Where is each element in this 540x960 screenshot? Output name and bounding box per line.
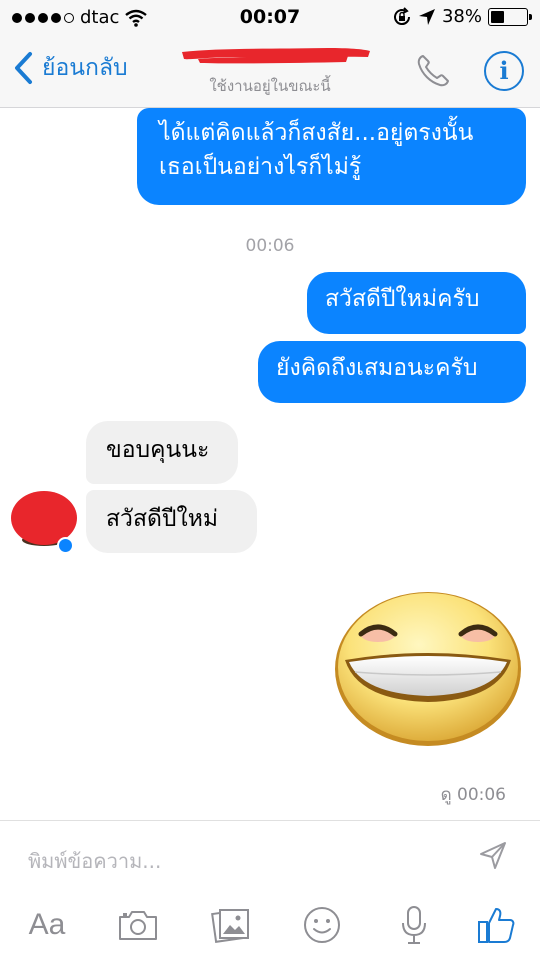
message-text: ยังคิดถึงเสมอนะครับ (276, 355, 478, 381)
message-text: ขอบคุนนะ (106, 437, 210, 463)
text-format-label: Aa (28, 908, 66, 941)
microphone-icon (402, 906, 426, 944)
location-arrow-icon (418, 8, 435, 25)
outgoing-message[interactable]: สวัสดีปีใหม่ครับ (307, 272, 526, 334)
rotation-lock-icon (394, 6, 410, 25)
message-text: ได้แต่คิดแล้วก็สงสัย...อยู่ตรงนั้นเธอเป็… (159, 120, 474, 180)
messenger-badge-icon (57, 537, 74, 554)
emoji-button[interactable] (300, 903, 344, 947)
message-text: สวัสดีปีใหม่ครับ (325, 286, 480, 312)
outgoing-message[interactable]: ได้แต่คิดแล้วก็สงสัย...อยู่ตรงนั้นเธอเป็… (137, 108, 526, 205)
message-timestamp: 00:06 (245, 236, 295, 256)
seen-receipt: ดู 00:06 (440, 785, 506, 805)
info-button[interactable]: i (484, 51, 524, 91)
send-icon[interactable] (478, 841, 508, 871)
text-format-button[interactable]: Aa (22, 903, 72, 947)
photo-button[interactable] (209, 903, 253, 947)
battery-percent: 38% (441, 6, 482, 27)
message-input[interactable]: พิมพ์ข้อความ... (28, 845, 161, 877)
active-status: ใช้งานอยู่ในขณะนี้ (209, 77, 331, 95)
incoming-message[interactable]: ขอบคุนนะ (86, 421, 238, 484)
status-right: 38% (392, 6, 532, 27)
status-bar: dtac 00:07 38% (0, 0, 540, 34)
message-text: สวัสดีปีใหม่ (106, 506, 219, 532)
redacted-contact-name (182, 48, 370, 64)
conversation-header: ย้อนกลับ ใช้งานอยู่ในขณะนี้ i (0, 34, 540, 108)
laughing-face-sticker[interactable] (333, 590, 523, 748)
like-icon (478, 908, 515, 943)
incoming-message[interactable]: สวัสดีปีใหม่ (86, 490, 257, 553)
composer: พิมพ์ข้อความ... Aa (0, 820, 540, 960)
camera-button[interactable] (116, 903, 160, 947)
photo-icon (211, 909, 249, 943)
microphone-button[interactable] (392, 903, 436, 947)
emoji-icon (304, 907, 340, 943)
battery-icon (488, 7, 532, 26)
camera-icon (119, 911, 157, 940)
phone-call-icon[interactable] (414, 52, 452, 90)
composer-toolbar: Aa (0, 903, 540, 949)
like-button[interactable] (474, 903, 518, 947)
outgoing-message[interactable]: ยังคิดถึงเสมอนะครับ (258, 341, 526, 403)
battery-fill (491, 10, 504, 23)
